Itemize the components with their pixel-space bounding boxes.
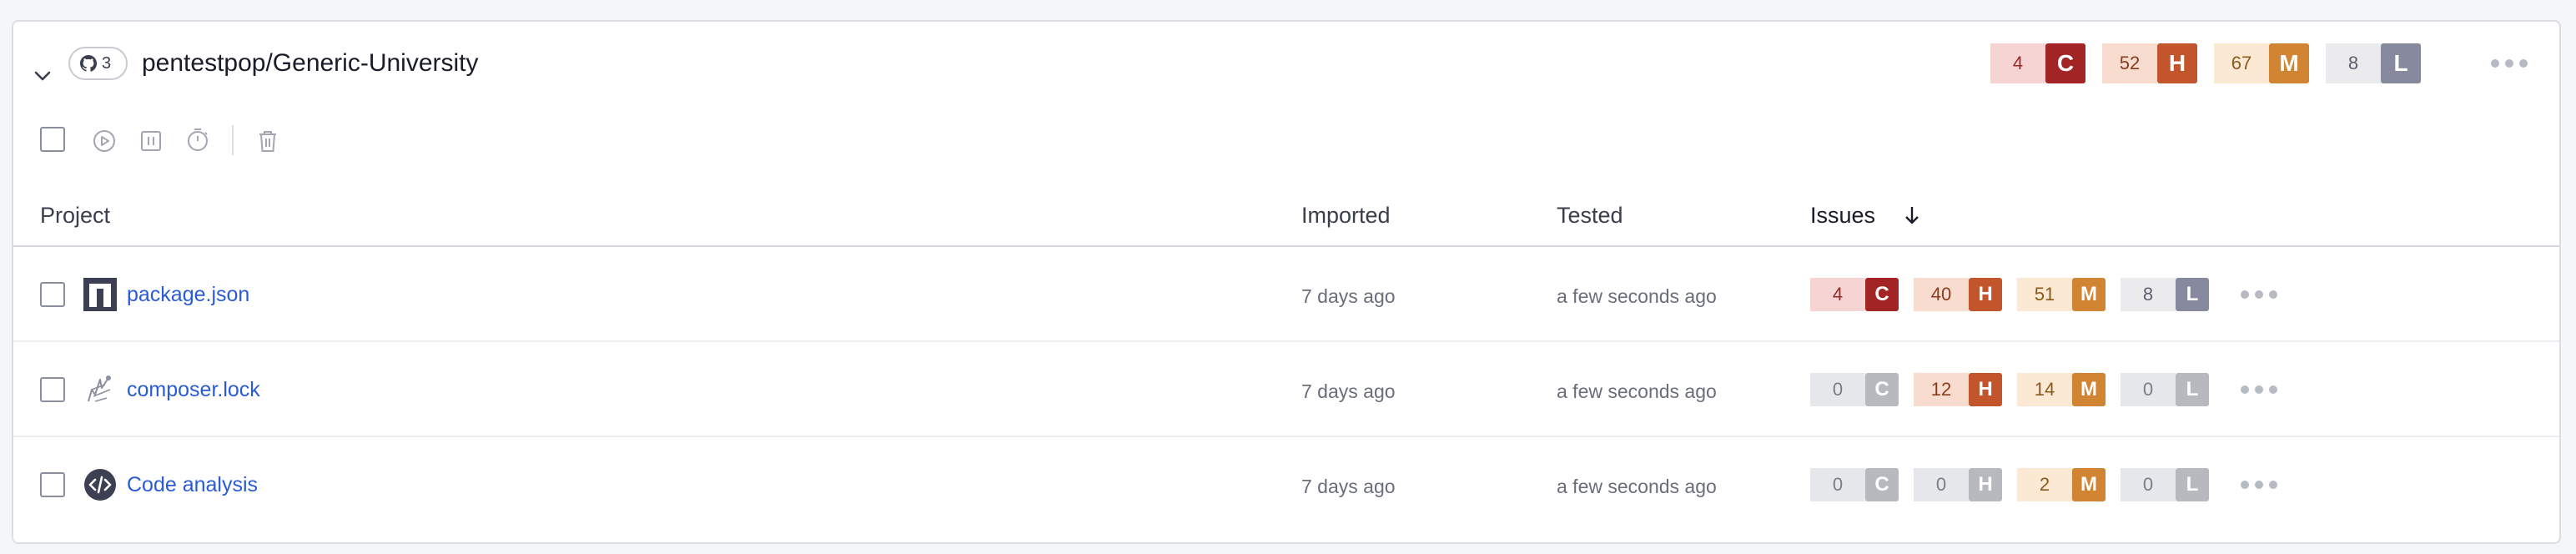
issue-count: 2	[2017, 468, 2072, 501]
project-count: 3	[102, 53, 112, 73]
issue-count: 0	[2121, 373, 2176, 406]
severity-letter: M	[2072, 278, 2106, 311]
row-checkbox[interactable]	[40, 282, 65, 307]
code-icon	[84, 469, 116, 501]
column-header-tested[interactable]: Tested	[1557, 200, 1623, 230]
severity-letter: M	[2072, 373, 2106, 406]
toolbar-divider	[232, 125, 234, 155]
severity-badge-m[interactable]: 2M	[2017, 468, 2106, 501]
issue-count: 12	[1914, 373, 1969, 406]
issue-count: 4	[1990, 43, 2045, 83]
issue-count: 0	[1810, 468, 1865, 501]
severity-letter: H	[1969, 278, 2002, 311]
chevron-down-icon[interactable]	[32, 65, 53, 87]
issue-count: 4	[1810, 278, 1865, 311]
play-icon[interactable]	[92, 128, 117, 154]
issue-count: 67	[2214, 43, 2269, 83]
severity-badge-h[interactable]: 0H	[1914, 468, 2002, 501]
severity-badge-m[interactable]: 51 M	[2017, 278, 2106, 311]
npm-icon	[83, 278, 117, 311]
github-icon	[80, 55, 97, 72]
issue-count: 8	[2326, 43, 2381, 83]
severity-letter: H	[1969, 373, 2002, 406]
severity-letter: C	[1865, 373, 1899, 406]
table-row[interactable]: Code analysis 7 days ago a few seconds ago…	[13, 437, 2559, 532]
trash-icon[interactable]	[255, 128, 280, 154]
repo-issue-summary: 4 C 52 H 67 M 8 L	[1990, 43, 2421, 83]
column-header-imported[interactable]: Imported	[1301, 200, 1391, 230]
repo-more-menu-button[interactable]	[2491, 59, 2528, 68]
row-issue-summary: 0 C 12 H 14 M 0 L	[1810, 373, 2209, 406]
tested-time: a few seconds ago	[1557, 476, 1717, 497]
row-more-menu-button[interactable]	[2241, 481, 2277, 489]
severity-badge-l[interactable]: 8L	[2326, 43, 2421, 83]
tested-time: a few seconds ago	[1557, 285, 1717, 307]
severity-badge-l[interactable]: 0L	[2121, 373, 2209, 406]
project-link[interactable]: Code analysis	[127, 471, 258, 499]
issue-count: 51	[2017, 278, 2072, 311]
row-more-menu-button[interactable]	[2241, 290, 2277, 299]
column-header-issues[interactable]: Issues	[1810, 200, 1875, 230]
severity-letter: M	[2072, 468, 2106, 501]
project-link[interactable]: composer.lock	[127, 375, 260, 404]
row-checkbox[interactable]	[40, 377, 65, 402]
issue-count: 52	[2102, 43, 2157, 83]
issue-count: 0	[1810, 373, 1865, 406]
severity-badge-l[interactable]: 8L	[2121, 278, 2209, 311]
severity-badge-c[interactable]: 0C	[1810, 373, 1899, 406]
issue-count: 0	[1914, 468, 1969, 501]
arrow-down-icon[interactable]	[1900, 204, 1924, 227]
select-all-checkbox[interactable]	[40, 127, 65, 152]
tested-time: a few seconds ago	[1557, 380, 1717, 402]
severity-badge-c[interactable]: 0C	[1810, 468, 1899, 501]
issue-count: 14	[2017, 373, 2072, 406]
severity-letter: H	[1969, 468, 2002, 501]
github-project-count-badge: 3	[68, 47, 128, 80]
composer-icon	[88, 375, 111, 402]
severity-letter: L	[2381, 43, 2421, 83]
severity-badge-c[interactable]: 4C	[1810, 278, 1899, 311]
row-issue-summary: 4 C 40 H 51 M 8 L	[1810, 278, 2209, 311]
severity-badge-h[interactable]: 12 H	[1914, 373, 2002, 406]
repo-title[interactable]: pentestpop/Generic-University	[142, 47, 479, 80]
timer-icon[interactable]	[185, 127, 210, 152]
pause-icon[interactable]	[138, 128, 164, 154]
project-link[interactable]: package.json	[127, 280, 249, 309]
issue-count: 8	[2121, 278, 2176, 311]
row-issue-summary: 0C0H2M0L	[1810, 468, 2209, 501]
severity-badge-h[interactable]: 40 H	[1914, 278, 2002, 311]
severity-badge-m[interactable]: 67 M	[2214, 43, 2309, 83]
severity-letter: L	[2176, 278, 2209, 311]
severity-letter: L	[2176, 373, 2209, 406]
severity-letter: C	[1865, 278, 1899, 311]
imported-time: 7 days ago	[1301, 285, 1396, 307]
imported-time: 7 days ago	[1301, 476, 1396, 497]
severity-letter: H	[2157, 43, 2197, 83]
row-checkbox[interactable]	[40, 472, 65, 497]
severity-letter: L	[2176, 468, 2209, 501]
issue-count: 40	[1914, 278, 1969, 311]
row-more-menu-button[interactable]	[2241, 385, 2277, 394]
severity-badge-h[interactable]: 52 H	[2102, 43, 2197, 83]
severity-badge-c[interactable]: 4C	[1990, 43, 2085, 83]
issue-count: 0	[2121, 468, 2176, 501]
table-row[interactable]: package.json 7 days ago a few seconds ago 4…	[13, 247, 2559, 342]
severity-badge-m[interactable]: 14 M	[2017, 373, 2106, 406]
repo-card: 3 pentestpop/Generic-University 4 C 52 H 67 M…	[12, 20, 2561, 544]
severity-letter: M	[2269, 43, 2309, 83]
imported-time: 7 days ago	[1301, 380, 1396, 402]
column-header-project[interactable]: Project	[40, 200, 110, 230]
severity-badge-l[interactable]: 0L	[2121, 468, 2209, 501]
severity-letter: C	[2045, 43, 2085, 83]
table-row[interactable]: composer.lock 7 days ago a few seconds ago…	[13, 342, 2559, 437]
severity-letter: C	[1865, 468, 1899, 501]
